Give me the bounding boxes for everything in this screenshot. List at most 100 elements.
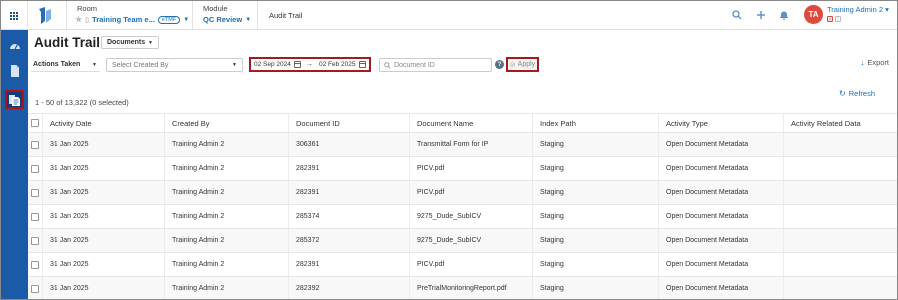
column-header[interactable]: Activity Related Data — [784, 114, 897, 132]
chevron-down-icon: ▼ — [245, 16, 252, 23]
room-label: Room — [77, 4, 98, 13]
row-checkbox[interactable] — [31, 260, 39, 269]
room-selector[interactable]: ★ ▯ Training Team e... eTMF ▼ — [75, 15, 189, 24]
table-cell: Open Document Metadata — [659, 205, 784, 228]
table-cell: PICV.pdf — [410, 253, 533, 276]
date-from-field[interactable]: 02 Sep 2024 — [251, 61, 303, 68]
table-body: 31 Jan 2025 Training Admin 2 306361 Transmi… — [28, 133, 897, 299]
brand-logo-icon — [39, 7, 51, 24]
table-row[interactable]: 31 Jan 2025 Training Admin 2 282391 PICV.pd… — [28, 253, 897, 277]
apply-button[interactable]: ⊘ Apply — [506, 57, 539, 72]
room-value: Training Team e... — [92, 15, 155, 24]
table-cell: 31 Jan 2025 — [43, 133, 165, 156]
table-cell — [784, 157, 897, 180]
table-cell: Training Admin 2 — [165, 277, 289, 299]
row-checkbox-cell — [28, 181, 43, 204]
scope-select[interactable]: Documents ▼ — [101, 36, 159, 49]
table-row[interactable]: 31 Jan 2025 Training Admin 2 282392 PreTria… — [28, 277, 897, 299]
apps-menu-button[interactable] — [1, 1, 28, 30]
caret-down-icon: ▼ — [92, 61, 97, 68]
module-value: QC Review — [203, 15, 243, 24]
actions-taken-dropdown[interactable]: Actions Taken ▼ — [31, 58, 100, 72]
column-header[interactable]: Document ID — [289, 114, 410, 132]
refresh-label: Refresh — [848, 89, 875, 98]
select-all-checkbox-cell — [28, 114, 43, 132]
date-to-value: 02 Feb 2025 — [319, 61, 356, 68]
user-menu[interactable]: Training Admin 2 ▾ — [827, 5, 889, 14]
table-cell: Staging — [533, 157, 659, 180]
download-arrow-icon: ↓ — [860, 58, 865, 67]
notifications-bell-icon[interactable] — [778, 9, 790, 21]
caret-down-icon: ▼ — [232, 62, 237, 68]
table-row[interactable]: 31 Jan 2025 Training Admin 2 282391 PICV.pd… — [28, 157, 897, 181]
row-checkbox[interactable] — [31, 284, 39, 293]
table-row[interactable]: 31 Jan 2025 Training Admin 2 285374 9275_Du… — [28, 205, 897, 229]
created-by-dropdown[interactable]: Select Created By ▼ — [106, 58, 243, 72]
column-header[interactable]: Activity Type — [659, 114, 784, 132]
sidebar-item-documents[interactable] — [5, 61, 24, 80]
export-button[interactable]: ↓ Export — [860, 58, 889, 67]
table-cell: Training Admin 2 — [165, 133, 289, 156]
table-cell — [784, 277, 897, 299]
module-selector[interactable]: QC Review ▼ — [203, 15, 251, 24]
date-to-field[interactable]: 02 Feb 2025 — [316, 61, 368, 68]
row-checkbox-cell — [28, 205, 43, 228]
table-cell: Training Admin 2 — [165, 253, 289, 276]
sidebar-item-dashboard[interactable] — [5, 35, 24, 54]
calendar-icon[interactable] — [294, 61, 301, 68]
table-row[interactable]: 31 Jan 2025 Training Admin 2 282391 PICV.pd… — [28, 181, 897, 205]
table-cell: 31 Jan 2025 — [43, 229, 165, 252]
row-checkbox[interactable] — [31, 236, 39, 245]
add-icon[interactable] — [755, 9, 767, 21]
table-cell: 31 Jan 2025 — [43, 157, 165, 180]
search-icon[interactable] — [731, 9, 743, 21]
filter-bar: Actions Taken ▼ Select Created By ▼ 02 S… — [28, 57, 897, 72]
row-checkbox[interactable] — [31, 140, 39, 149]
sidebar-item-audit-trail[interactable] — [5, 90, 24, 109]
column-header[interactable]: Document Name — [410, 114, 533, 132]
row-checkbox[interactable] — [31, 188, 39, 197]
column-header[interactable]: Index Path — [533, 114, 659, 132]
table-cell: Training Admin 2 — [165, 181, 289, 204]
select-all-checkbox[interactable] — [31, 119, 39, 127]
module-label: Module — [203, 4, 228, 13]
table-cell — [784, 253, 897, 276]
table-cell: Open Document Metadata — [659, 133, 784, 156]
breadcrumb-divider — [257, 1, 258, 30]
refresh-button[interactable]: ↻ Refresh — [839, 89, 875, 98]
column-header[interactable]: Activity Date — [43, 114, 165, 132]
apply-check-icon: ⊘ — [509, 61, 516, 69]
app-frame: Room ★ ▯ Training Team e... eTMF ▼ Modul… — [0, 0, 898, 300]
table-cell: 285372 — [289, 229, 410, 252]
help-icon[interactable]: ? — [495, 60, 504, 69]
audit-table: Activity Date Created By Document ID Doc… — [28, 113, 897, 299]
table-cell: PICV.pdf — [410, 157, 533, 180]
table-cell: Staging — [533, 205, 659, 228]
row-checkbox-cell — [28, 133, 43, 156]
favorite-star-icon[interactable]: ★ — [75, 15, 82, 24]
table-cell: Open Document Metadata — [659, 253, 784, 276]
table-row[interactable]: 31 Jan 2025 Training Admin 2 285372 9275_Du… — [28, 229, 897, 253]
current-page-crumb: Audit Trail — [269, 11, 303, 20]
audit-document-icon — [9, 94, 20, 106]
table-cell: Staging — [533, 181, 659, 204]
user-avatar[interactable]: TA — [804, 5, 823, 24]
export-label: Export — [867, 58, 889, 67]
row-checkbox-cell — [28, 157, 43, 180]
document-id-input[interactable]: Document ID — [379, 58, 492, 72]
table-cell: Training Admin 2 — [165, 229, 289, 252]
row-checkbox[interactable] — [31, 164, 39, 173]
table-cell: Open Document Metadata — [659, 229, 784, 252]
date-range-picker[interactable]: 02 Sep 2024 → 02 Feb 2025 — [249, 57, 371, 72]
table-row[interactable]: 31 Jan 2025 Training Admin 2 306361 Transmi… — [28, 133, 897, 157]
table-cell: 282391 — [289, 253, 410, 276]
calendar-icon[interactable] — [359, 61, 366, 68]
table-cell: Staging — [533, 253, 659, 276]
column-header[interactable]: Created By — [165, 114, 289, 132]
apply-label: Apply — [517, 61, 536, 68]
row-checkbox[interactable] — [31, 212, 39, 221]
table-cell: 282392 — [289, 277, 410, 299]
page-title: Audit Trail — [34, 35, 101, 50]
table-cell: Open Document Metadata — [659, 157, 784, 180]
table-cell — [784, 229, 897, 252]
